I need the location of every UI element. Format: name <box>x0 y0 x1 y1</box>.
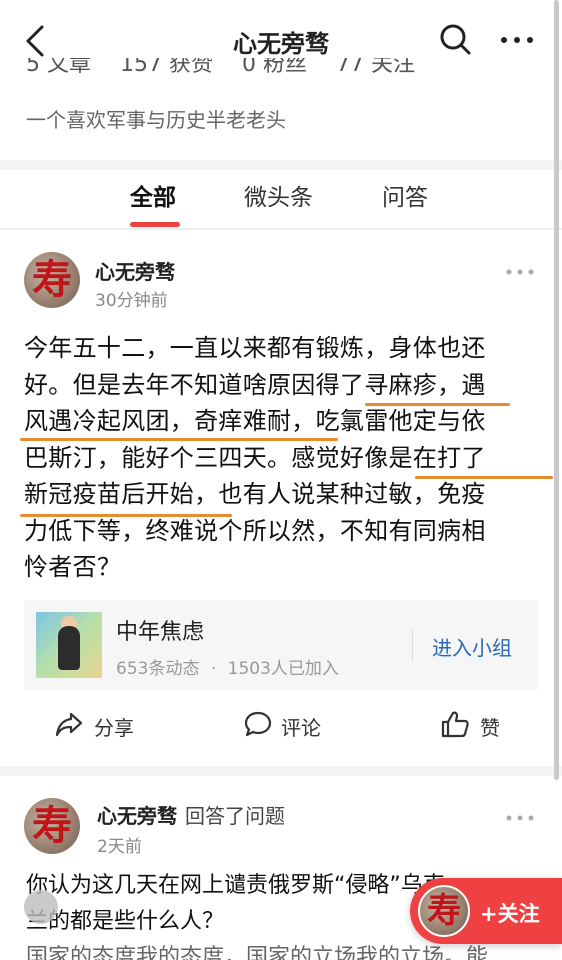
post1-author[interactable]: 心无旁骛 <box>95 256 175 285</box>
follow-button[interactable]: 寿 +关注 <box>410 878 562 944</box>
tab-qa[interactable]: 问答 <box>382 178 428 212</box>
divider <box>412 630 413 662</box>
group-thumbnail <box>36 612 102 678</box>
post2-author[interactable]: 心无旁骛 <box>97 804 177 828</box>
follow-avatar: 寿 <box>418 885 470 937</box>
share-icon <box>55 712 83 737</box>
stat-following[interactable]: 77 关注 <box>336 58 415 78</box>
join-group-button[interactable]: 进入小组 <box>432 632 512 661</box>
post1-line: 怜者否？ <box>24 553 122 581</box>
comment-icon <box>244 711 272 737</box>
tab-active-indicator <box>130 222 180 227</box>
search-icon[interactable] <box>438 22 472 56</box>
post2-action: 回答了问题 <box>185 804 285 828</box>
avatar-glyph: 寿 <box>32 256 72 303</box>
stat-fans[interactable]: 0 粉丝 <box>242 58 307 78</box>
post1-line: 巴斯汀，能好个三四天。感觉好像是在打了 <box>24 443 486 472</box>
post1-line: 风遇冷起风团，奇痒难耐，吃氯雷他定与依 <box>24 407 486 435</box>
page-title: 心无旁骛 <box>233 30 329 58</box>
post1-line: 今年五十二，一直以来都有锻炼，身体也还 <box>24 334 486 362</box>
share-button[interactable]: 分享 <box>54 705 154 745</box>
post1-line: 新冠疫苗后开始，也有人说某种过敏，免疫 <box>24 480 486 508</box>
group-meta-separator: · <box>210 659 217 679</box>
post2-time: 2天前 <box>97 837 142 857</box>
scrollbar[interactable] <box>554 0 559 780</box>
profile-stats: 5 文章 157 获赞 0 粉丝 77 关注 <box>26 58 437 80</box>
tab-weitoutiao[interactable]: 微头条 <box>244 178 313 212</box>
post2-more-icon[interactable] <box>505 814 535 822</box>
post1-more-icon[interactable] <box>505 268 535 276</box>
post-divider <box>0 766 562 776</box>
tabs-divider <box>0 228 562 230</box>
follow-label: +关注 <box>480 902 540 926</box>
highlight-underline <box>20 438 338 441</box>
post2-avatar[interactable]: 寿 <box>24 798 80 854</box>
stat-articles[interactable]: 5 文章 <box>26 58 91 78</box>
group-posts: 653条动态 <box>116 659 200 679</box>
avatar-glyph: 寿 <box>427 891 461 931</box>
post1-line: 力低下等，终难说个所以然，不知有同病相 <box>24 516 486 545</box>
floating-scroll-handle[interactable] <box>24 890 58 924</box>
group-members: 1503人已加入 <box>227 659 339 679</box>
highlight-underline <box>365 403 510 406</box>
post1-content[interactable]: 今年五十二，一直以来都有锻炼，身体也还 好。但是去年不知道啥原因得了寻麻疹，遇 … <box>24 330 539 586</box>
post1-time: 30分钟前 <box>95 291 168 311</box>
post2-header: 心无旁骛 回答了问题 <box>97 800 285 829</box>
more-icon[interactable] <box>500 36 534 44</box>
stat-likes[interactable]: 157 获赞 <box>120 58 213 78</box>
like-label: 赞 <box>480 716 500 740</box>
group-name: 中年焦虑 <box>116 620 205 645</box>
like-button[interactable]: 赞 <box>440 705 520 745</box>
post1-line: 好。但是去年不知道啥原因得了寻麻疹，遇 <box>24 370 486 399</box>
section-divider <box>0 160 562 170</box>
thumbs-up-icon <box>441 711 469 738</box>
profile-bio: 一个喜欢军事与历史半老老头 <box>26 108 286 132</box>
comment-button[interactable]: 评论 <box>243 705 343 745</box>
tab-bar: 全部 微头条 问答 <box>0 170 562 228</box>
highlight-underline <box>415 476 553 479</box>
highlight-underline <box>20 514 232 517</box>
comment-label: 评论 <box>281 716 321 740</box>
group-meta: 653条动态 · 1503人已加入 <box>116 654 339 679</box>
tab-all[interactable]: 全部 <box>130 178 176 212</box>
group-card[interactable]: 中年焦虑 653条动态 · 1503人已加入 进入小组 <box>24 600 538 690</box>
avatar-glyph: 寿 <box>32 802 72 849</box>
post1-avatar[interactable]: 寿 <box>24 252 80 308</box>
share-label: 分享 <box>94 716 134 740</box>
